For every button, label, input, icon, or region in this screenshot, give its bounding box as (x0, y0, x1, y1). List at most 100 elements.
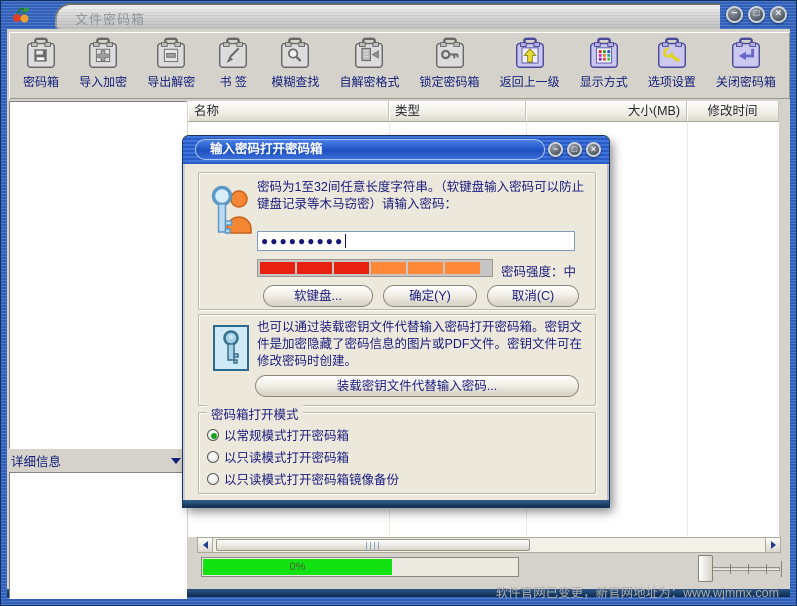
toolbar-label: 书 签 (220, 73, 247, 90)
progress-bar: 0% (201, 557, 519, 577)
list-header: 名称 类型 大小(MB) 修改时间 (188, 101, 779, 122)
strength-label: 密码强度：中 (501, 261, 576, 280)
details-panel (9, 472, 187, 599)
toolbar-label: 导出解密 (147, 73, 195, 90)
toolbar-button-bookmark[interactable]: 书 签 (215, 36, 251, 90)
scroll-right-icon (771, 541, 776, 549)
dialog-controls: − □ × (548, 142, 601, 157)
scrollbar-grip-icon (366, 542, 380, 550)
cancel-button[interactable]: 取消(C) (487, 285, 579, 307)
close-button[interactable]: × (770, 6, 787, 23)
password-section: 密码为1至32间任意长度字符串。（软键盘输入密码可以防止键盘记录等木马窃密）请输… (198, 172, 596, 310)
horizontal-scrollbar[interactable] (197, 537, 781, 553)
tree-panel (9, 101, 187, 449)
minimize-button[interactable]: − (726, 6, 743, 23)
toolbar: 密码箱 导入加密 导出解密 (9, 32, 790, 99)
radio-icon (207, 473, 219, 485)
scroll-left-button[interactable] (198, 538, 213, 552)
load-keyfile-button[interactable]: 装载密钥文件代替输入密码... (255, 375, 579, 397)
scrollbar-thumb[interactable] (216, 539, 530, 551)
title-plate: 文件密码箱 (55, 3, 720, 29)
toolbar-button-selfdecrypt-format[interactable]: 自解密格式 (339, 36, 399, 90)
ok-button[interactable]: 确定(Y) (383, 285, 477, 307)
toolbar-label: 显示方式 (580, 73, 628, 90)
slider-rail (712, 567, 780, 571)
dialog-maximize-button[interactable]: □ (567, 142, 582, 157)
radio-selected-icon (207, 429, 219, 441)
briefcase-minus-icon (153, 36, 189, 72)
details-toggle[interactable]: 详细信息 (9, 451, 187, 470)
column-header-size[interactable]: 大小(MB) (526, 101, 687, 121)
toolbar-button-go-up[interactable]: 返回上一级 (500, 36, 560, 90)
dialog-title: 输入密码打开密码箱 (195, 139, 545, 160)
window-controls: − □ × (726, 6, 787, 23)
key-user-icon (209, 183, 253, 245)
column-header-type[interactable]: 类型 (389, 101, 526, 121)
strength-segment (445, 262, 480, 274)
toolbar-button-close-box[interactable]: 关闭密码箱 (716, 36, 776, 90)
briefcase-floppy-icon (23, 36, 59, 72)
password-instruction: 密码为1至32间任意长度字符串。（软键盘输入密码可以防止键盘记录等木马窃密）请输… (257, 179, 589, 213)
briefcase-return-icon (728, 36, 764, 72)
maximize-button[interactable]: □ (748, 6, 765, 23)
toolbar-label: 关闭密码箱 (716, 73, 776, 90)
toolbar-label: 锁定密码箱 (420, 73, 480, 90)
toolbar-button-view-mode[interactable]: 显示方式 (580, 36, 628, 90)
slider-end-mark (781, 561, 782, 577)
toolbar-label: 密码箱 (23, 73, 59, 90)
radio-label: 以只读模式打开密码箱 (224, 447, 349, 466)
toolbar-label: 选项设置 (648, 73, 696, 90)
radio-readonly-mirror-mode[interactable]: 以只读模式打开密码箱镜像备份 (207, 469, 399, 488)
keyfile-section: 也可以通过装载密钥文件代替输入密码打开密码箱。密钥文件是加密隐藏了密码信息的图片… (198, 314, 596, 406)
dialog-body: 密码为1至32间任意长度字符串。（软键盘输入密码可以防止键盘记录等木马窃密）请输… (183, 164, 609, 500)
radio-normal-mode[interactable]: 以常规模式打开密码箱 (207, 425, 349, 444)
slider-tick (766, 564, 767, 574)
strength-segment (297, 262, 332, 274)
scroll-left-icon (203, 541, 208, 549)
toolbar-button-import-encrypt[interactable]: 导入加密 (79, 36, 127, 90)
toolbar-label: 自解密格式 (339, 73, 399, 90)
zoom-slider (698, 554, 782, 584)
strength-segment (408, 262, 443, 274)
keyfile-instruction: 也可以通过装载密钥文件代替输入密码打开密码箱。密钥文件是加密隐藏了密码信息的图片… (257, 319, 591, 370)
briefcase-key-icon (432, 36, 468, 72)
slider-tick (748, 564, 749, 574)
toolbar-button-export-decrypt[interactable]: 导出解密 (147, 36, 195, 90)
open-mode-legend: 密码箱打开模式 (207, 404, 303, 423)
briefcase-plus-icon (85, 36, 121, 72)
soft-keyboard-button[interactable]: 软键盘... (263, 285, 373, 307)
toolbar-button-lock-box[interactable]: 锁定密码箱 (420, 36, 480, 90)
column-header-name[interactable]: 名称 (188, 101, 389, 121)
slider-thumb[interactable] (698, 555, 713, 582)
radio-readonly-mode[interactable]: 以只读模式打开密码箱 (207, 447, 349, 466)
briefcase-export-icon (351, 36, 387, 72)
strength-segment (371, 262, 406, 274)
toolbar-button-options[interactable]: 选项设置 (648, 36, 696, 90)
progress-fill: 0% (203, 559, 392, 575)
strength-segment (260, 262, 295, 274)
dialog-bottom-edge (183, 500, 609, 507)
password-dialog: 输入密码打开密码箱 − □ × 密码为1至32间任意长度字符串。（软键盘输入密码… (183, 136, 609, 507)
column-header-modified[interactable]: 修改时间 (687, 101, 779, 121)
radio-label: 以只读模式打开密码箱镜像备份 (224, 469, 399, 488)
key-file-icon (213, 325, 249, 371)
status-notice: 软件官网已变更，新官网地址为：www.wjmmx.com (496, 582, 779, 601)
app-logo-cherry-icon (11, 6, 31, 24)
details-label: 详细信息 (11, 451, 61, 470)
briefcase-grid-icon (586, 36, 622, 72)
radio-icon (207, 451, 219, 463)
password-input[interactable]: ●●●●●●●●● (257, 231, 575, 251)
titlebar: 文件密码箱 − □ × (1, 1, 796, 29)
toolbar-button-passwordbox[interactable]: 密码箱 (23, 36, 59, 90)
password-strength-bar (257, 259, 493, 277)
open-mode-section: 密码箱打开模式 以常规模式打开密码箱 以只读模式打开密码箱 以只读模式打开密码箱… (198, 412, 596, 494)
dialog-titlebar: 输入密码打开密码箱 − □ × (183, 136, 609, 164)
toolbar-button-fuzzy-search[interactable]: 模糊查找 (271, 36, 319, 90)
briefcase-brush-icon (215, 36, 251, 72)
chevron-down-icon[interactable] (171, 458, 181, 464)
toolbar-label: 导入加密 (79, 73, 127, 90)
scroll-right-button[interactable] (765, 538, 780, 552)
strength-segment (334, 262, 369, 274)
dialog-minimize-button[interactable]: − (548, 142, 563, 157)
dialog-close-button[interactable]: × (586, 142, 601, 157)
